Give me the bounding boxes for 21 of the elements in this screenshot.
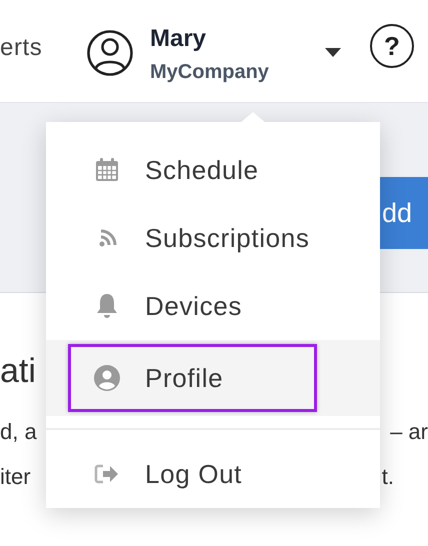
help-button[interactable]: ? — [370, 24, 414, 68]
body-text: t. — [382, 463, 394, 491]
section-heading: ati — [0, 351, 36, 391]
menu-item[interactable]: Subscriptions — [68, 204, 317, 272]
menu-item[interactable]: Devices — [68, 272, 317, 340]
calendar-icon — [94, 157, 120, 183]
add-button[interactable]: dd — [380, 177, 428, 249]
logout-icon — [94, 463, 120, 485]
nav-link[interactable]: erts — [0, 30, 42, 66]
body-text: – ar — [390, 418, 428, 446]
menu-item[interactable]: Profile — [68, 344, 317, 412]
user-name: Mary — [150, 24, 206, 54]
menu-item[interactable]: Log Out — [68, 440, 317, 508]
user-avatar-icon[interactable] — [86, 29, 134, 77]
user-icon — [93, 364, 121, 392]
body-text: d, a — [0, 418, 37, 446]
body-text: iter — [0, 463, 31, 491]
company-name: MyCompany — [150, 60, 269, 85]
menu-item[interactable]: Schedule — [68, 136, 317, 204]
caret-icon[interactable] — [325, 48, 341, 57]
bell-icon — [94, 292, 120, 320]
